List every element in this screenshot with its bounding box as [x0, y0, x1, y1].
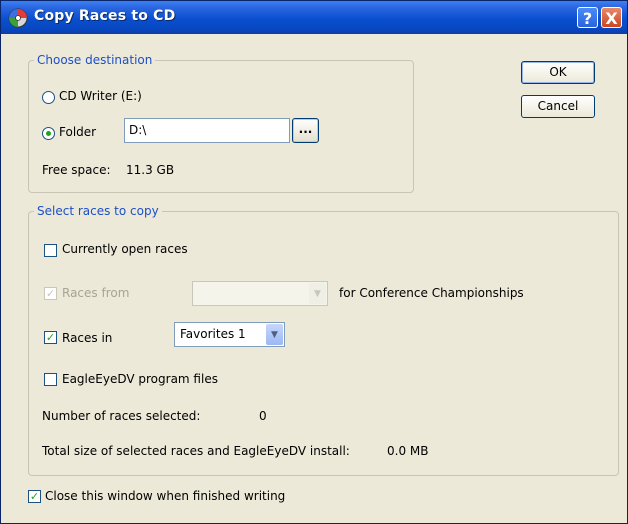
folder-label[interactable]: Folder — [59, 125, 96, 139]
cd-icon — [8, 8, 28, 28]
folder-path-input[interactable]: D:\ — [124, 118, 290, 143]
races-from-label[interactable]: Races from — [62, 286, 129, 300]
num-selected-label: Number of races selected: — [42, 409, 201, 423]
free-space-value: 11.3 GB — [126, 163, 175, 177]
races-from-checkbox[interactable]: ✓ — [44, 287, 57, 300]
for-conference-text: for Conference Championships — [339, 286, 524, 300]
currently-open-label[interactable]: Currently open races — [62, 242, 188, 256]
browse-button[interactable]: ... — [292, 118, 319, 143]
cancel-button[interactable]: Cancel — [521, 95, 595, 118]
ok-button[interactable]: OK — [521, 61, 595, 84]
close-when-finished-checkbox[interactable]: ✓ — [28, 490, 41, 503]
program-files-checkbox[interactable] — [44, 373, 57, 386]
races-in-checkbox[interactable]: ✓ — [44, 331, 57, 344]
title-bar[interactable]: Copy Races to CD ? X — [1, 1, 627, 34]
window-title: Copy Races to CD — [34, 8, 176, 24]
close-when-finished-label[interactable]: Close this window when finished writing — [45, 489, 285, 503]
total-size-value: 0.0 MB — [387, 444, 429, 458]
races-in-label[interactable]: Races in — [62, 331, 112, 345]
races-in-value: Favorites 1 — [180, 327, 246, 341]
chevron-down-icon[interactable]: ▼ — [266, 324, 283, 345]
currently-open-checkbox[interactable] — [44, 244, 57, 257]
folder-radio[interactable] — [42, 127, 55, 140]
total-size-label: Total size of selected races and EagleEy… — [42, 444, 350, 458]
destination-group-label: Choose destination — [37, 53, 153, 67]
close-button[interactable]: X — [601, 7, 622, 28]
races-group-label: Select races to copy — [37, 204, 159, 218]
free-space-label: Free space: — [42, 163, 111, 177]
races-from-dropdown[interactable]: ▼ — [192, 281, 328, 306]
num-selected-value: 0 — [259, 409, 267, 423]
cd-writer-label[interactable]: CD Writer (E:) — [59, 89, 142, 103]
program-files-label[interactable]: EagleEyeDV program files — [62, 372, 218, 386]
copy-races-dialog: Copy Races to CD ? X Choose destination … — [0, 0, 628, 524]
chevron-down-icon: ▼ — [309, 283, 326, 304]
cd-writer-radio[interactable] — [42, 91, 55, 104]
help-button[interactable]: ? — [577, 7, 598, 28]
races-in-dropdown[interactable]: Favorites 1 ▼ — [174, 322, 285, 347]
